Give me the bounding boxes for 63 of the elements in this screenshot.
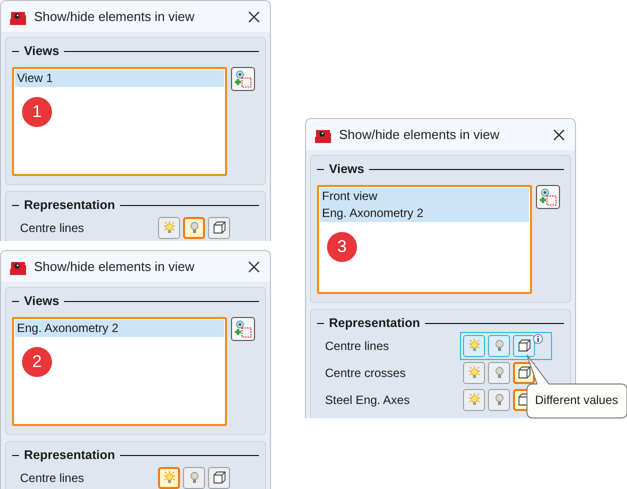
section-heading: Representation <box>24 448 115 462</box>
close-button[interactable] <box>246 8 262 24</box>
cube-icon <box>212 470 226 485</box>
list-item[interactable]: View 1 <box>15 70 224 87</box>
row-label: Centre lines <box>325 338 390 352</box>
section-heading: Representation <box>24 198 115 212</box>
views-list[interactable]: View 1 1 <box>12 67 227 176</box>
close-button[interactable] <box>551 126 567 142</box>
row-label: Centre crosses <box>325 366 407 380</box>
info-icon <box>533 334 543 344</box>
toggle-button[interactable] <box>183 216 205 238</box>
section-heading: Views <box>329 162 364 176</box>
toggle-button[interactable] <box>463 334 485 356</box>
close-icon <box>553 128 565 140</box>
step-badge: 3 <box>327 232 357 262</box>
row-label: Steel Eng. Axes <box>325 392 411 406</box>
bulb-on-icon <box>162 220 176 235</box>
views-list[interactable]: Eng. Axonometry 2 2 <box>12 317 227 426</box>
toggle-button[interactable] <box>158 216 180 238</box>
toggle-button[interactable] <box>208 466 230 488</box>
bulb-on-icon <box>162 470 176 485</box>
step-badge: 1 <box>22 97 52 127</box>
bulb-on-icon <box>466 392 482 407</box>
app-logo-icon <box>10 8 26 24</box>
add-view-button[interactable] <box>536 185 560 209</box>
section-heading: Representation <box>329 316 420 330</box>
row-label: Centre lines <box>20 220 86 234</box>
cube-icon <box>516 338 532 353</box>
toggle-button[interactable] <box>208 216 230 238</box>
toggle-button[interactable] <box>183 466 205 488</box>
list-item[interactable]: Eng. Axonometry 2 <box>15 320 224 337</box>
close-icon <box>248 10 260 22</box>
add-view-button[interactable] <box>231 317 255 341</box>
step-badge: 2 <box>22 347 52 377</box>
toggle-button[interactable] <box>463 362 485 384</box>
row-label: Centre lines <box>20 470 86 484</box>
toggle-button[interactable] <box>463 388 485 410</box>
list-item[interactable]: Front view <box>320 188 529 205</box>
views-list[interactable]: Front view Eng. Axonometry 2 3 <box>317 185 532 294</box>
section-heading: Views <box>24 44 60 58</box>
toggle-button[interactable] <box>513 334 535 356</box>
cube-icon <box>516 365 532 380</box>
add-view-icon <box>234 70 252 88</box>
bulb-on-icon <box>466 338 482 353</box>
add-view-button[interactable] <box>231 67 255 91</box>
toggle-button[interactable] <box>488 388 510 410</box>
window-title: Show/hide elements in view <box>339 127 500 142</box>
window-title: Show/hide elements in view <box>34 259 196 274</box>
section-heading: Views <box>24 294 60 308</box>
bulb-on-icon <box>466 365 482 380</box>
app-logo-icon <box>10 258 26 274</box>
list-item[interactable]: Eng. Axonometry 2 <box>320 205 529 222</box>
add-view-icon <box>234 320 252 338</box>
cube-icon <box>212 220 226 235</box>
window-title: Show/hide elements in view <box>34 9 196 24</box>
close-icon <box>248 260 260 272</box>
toggle-button[interactable] <box>158 466 180 488</box>
toggle-button[interactable] <box>488 334 510 356</box>
tooltip: Different values <box>525 354 627 420</box>
add-view-icon <box>539 188 557 206</box>
close-button[interactable] <box>246 258 262 274</box>
app-logo-icon <box>315 126 331 142</box>
toggle-button[interactable] <box>488 362 510 384</box>
